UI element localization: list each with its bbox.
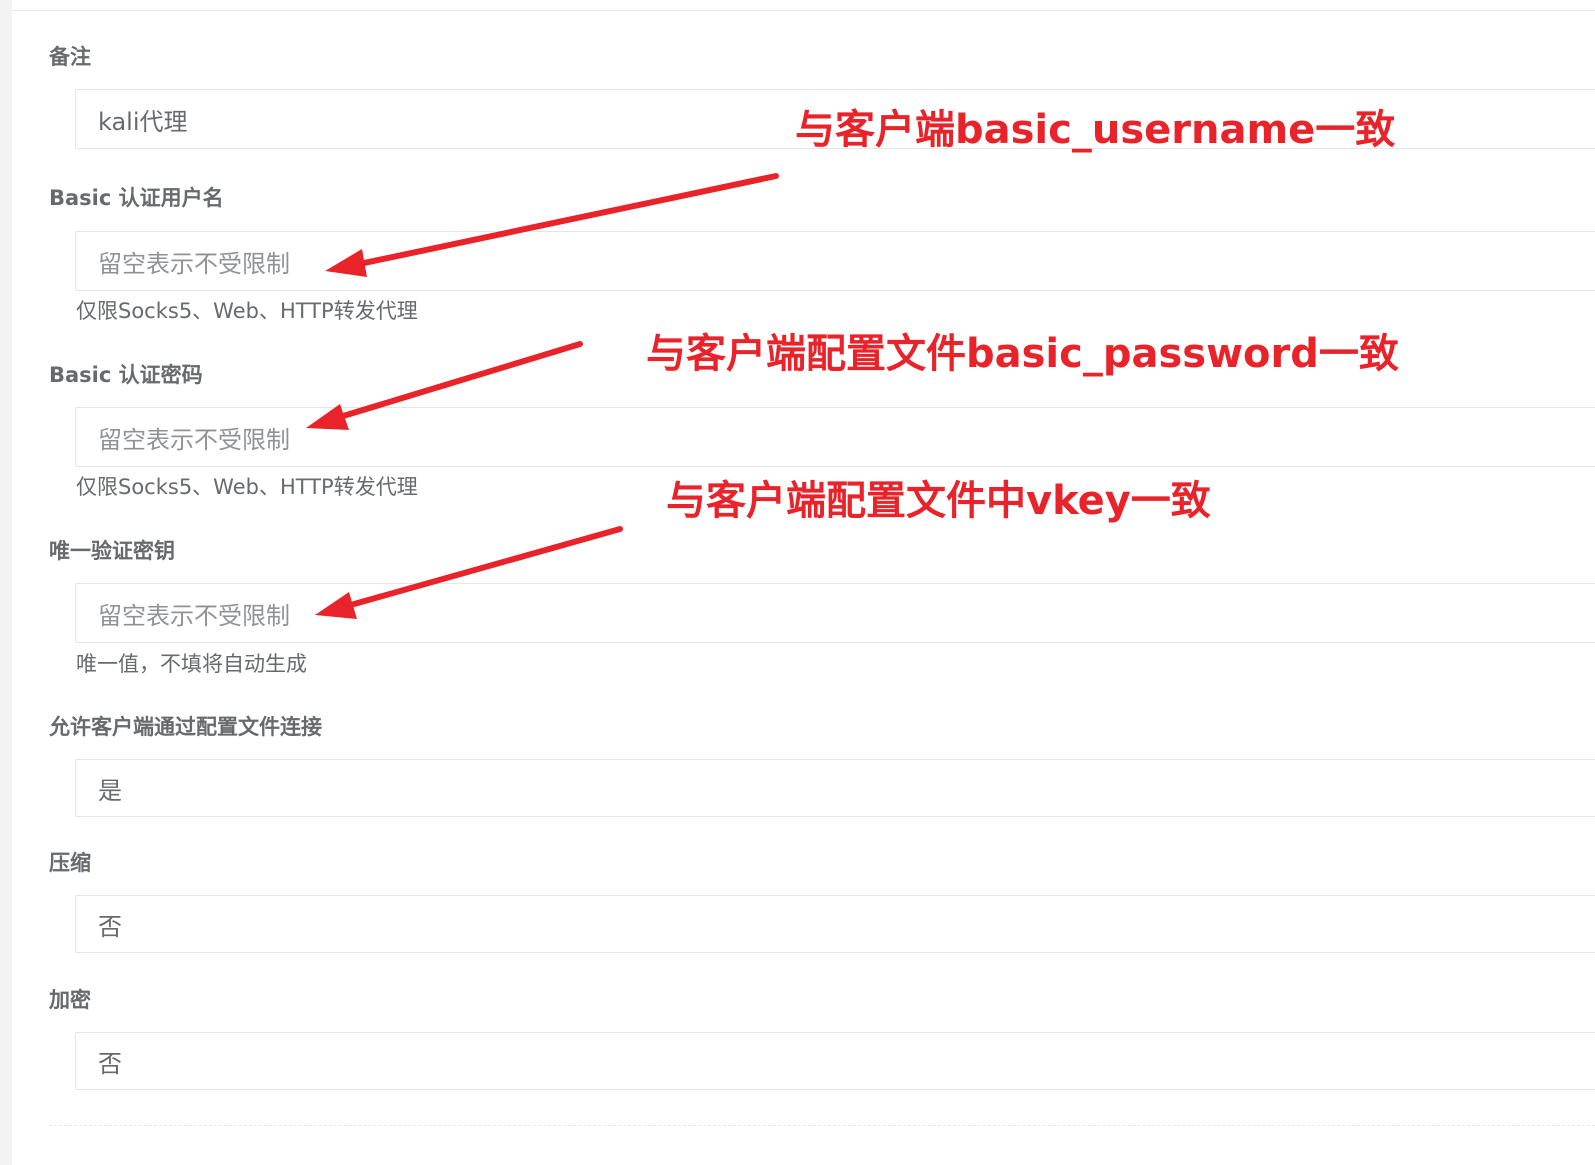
password-arrowhead xyxy=(306,404,349,430)
vkey-arrow-line xyxy=(337,526,623,611)
username-arrowhead xyxy=(325,249,367,277)
username-annotation: 与客户端basic_username一致 xyxy=(795,107,1396,153)
password-arrow-line xyxy=(327,341,583,423)
vkey-annotation: 与客户端配置文件中vkey一致 xyxy=(666,478,1211,524)
username-arrow-line xyxy=(347,173,779,269)
annotation-arrows xyxy=(306,173,779,619)
vkey-arrowhead xyxy=(315,592,357,619)
password-annotation: 与客户端配置文件basic_password一致 xyxy=(646,331,1399,377)
